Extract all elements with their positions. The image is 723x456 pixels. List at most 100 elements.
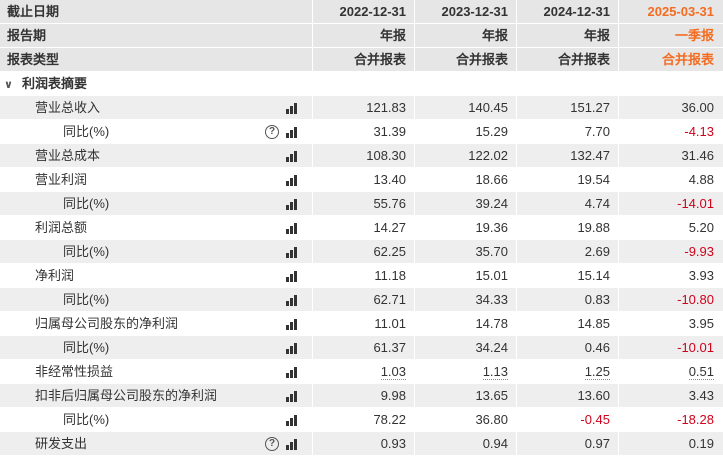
cell-value: 1.25 bbox=[584, 364, 610, 380]
bar-chart-icon[interactable] bbox=[285, 390, 299, 402]
row-label: 同比(%) bbox=[63, 124, 110, 139]
value-cell: 3.95 bbox=[618, 312, 723, 335]
bar-chart-icon[interactable] bbox=[285, 294, 299, 306]
value-cell: 0.46 bbox=[516, 336, 618, 359]
row-label: 同比(%) bbox=[63, 292, 110, 307]
chevron-down-icon[interactable]: ∨ bbox=[4, 73, 14, 97]
cell-value: 132.47 bbox=[570, 148, 610, 163]
bar-chart-icon[interactable] bbox=[285, 246, 299, 258]
cell-value: 62.25 bbox=[373, 244, 406, 259]
bar-chart-icon[interactable] bbox=[285, 414, 299, 426]
bar-chart-icon[interactable] bbox=[285, 318, 299, 330]
cell-value: 34.24 bbox=[475, 340, 508, 355]
section-title: 利润表摘要 bbox=[22, 76, 88, 91]
value-cell: 62.71 bbox=[312, 288, 414, 311]
cell-value: 62.71 bbox=[373, 292, 406, 307]
question-circle-icon[interactable]: ? bbox=[265, 437, 279, 451]
bar-chart-icon[interactable] bbox=[285, 126, 299, 138]
bar-chart-icon[interactable] bbox=[285, 174, 299, 186]
value-cell: 62.25 bbox=[312, 240, 414, 263]
empty-cell bbox=[618, 72, 723, 95]
col-type: 合并报表 bbox=[312, 48, 414, 71]
value-cell: -9.93 bbox=[618, 240, 723, 263]
table-row: 营业总收入 121.83 140.45 151.27 36.00 bbox=[0, 96, 723, 120]
col-type: 合并报表 bbox=[414, 48, 516, 71]
cell-value: -18.28 bbox=[677, 412, 714, 427]
cell-value: 18.66 bbox=[475, 172, 508, 187]
value-cell: 19.54 bbox=[516, 168, 618, 191]
value-cell: 34.24 bbox=[414, 336, 516, 359]
value-cell: -4.13 bbox=[618, 120, 723, 143]
cell-value: 31.46 bbox=[681, 148, 714, 163]
cell-value: -9.93 bbox=[684, 244, 714, 259]
row-icons bbox=[285, 264, 299, 288]
row-label: 非经常性损益 bbox=[35, 364, 114, 379]
row-label: 研发支出 bbox=[35, 436, 88, 451]
cell-value: 36.80 bbox=[475, 412, 508, 427]
bar-chart-icon[interactable] bbox=[285, 222, 299, 234]
cell-value: 34.33 bbox=[475, 292, 508, 307]
question-circle-icon[interactable]: ? bbox=[265, 125, 279, 139]
value-cell: 7.70 bbox=[516, 120, 618, 143]
value-cell: 13.65 bbox=[414, 384, 516, 407]
row-icons bbox=[285, 288, 299, 312]
value-cell: 34.33 bbox=[414, 288, 516, 311]
col-period: 年报 bbox=[312, 24, 414, 47]
value-cell: 55.76 bbox=[312, 192, 414, 215]
col-date[interactable]: 2024-12-31 bbox=[516, 0, 618, 23]
row-label-cell: 归属母公司股东的净利润 bbox=[0, 312, 312, 335]
cell-value: 3.95 bbox=[688, 316, 714, 331]
cell-value: 19.88 bbox=[577, 220, 610, 235]
row-icons bbox=[285, 96, 299, 120]
value-cell: 36.80 bbox=[414, 408, 516, 431]
value-cell: 121.83 bbox=[312, 96, 414, 119]
section-header[interactable]: ∨ 利润表摘要 bbox=[0, 72, 312, 95]
cell-value: 61.37 bbox=[373, 340, 406, 355]
date-label: 截止日期 bbox=[7, 4, 60, 19]
bar-chart-icon[interactable] bbox=[285, 198, 299, 210]
bar-chart-icon[interactable] bbox=[285, 270, 299, 282]
col-date[interactable]: 2022-12-31 bbox=[312, 0, 414, 23]
cell-value: 31.39 bbox=[373, 124, 406, 139]
value-cell: 14.78 bbox=[414, 312, 516, 335]
row-label-cell: 同比(%) bbox=[0, 336, 312, 359]
row-label-cell: 同比(%) bbox=[0, 408, 312, 431]
col-date[interactable]: 2025-03-31 bbox=[618, 0, 723, 23]
col-date[interactable]: 2023-12-31 bbox=[414, 0, 516, 23]
row-label-cell: 非经常性损益 bbox=[0, 360, 312, 383]
bar-chart-icon[interactable] bbox=[285, 342, 299, 354]
bar-chart-icon[interactable] bbox=[285, 102, 299, 114]
value-cell: 1.03 bbox=[312, 360, 414, 383]
value-cell: 1.25 bbox=[516, 360, 618, 383]
bar-chart-icon[interactable] bbox=[285, 150, 299, 162]
empty-cell bbox=[312, 72, 414, 95]
value-cell: 4.74 bbox=[516, 192, 618, 215]
value-cell: 151.27 bbox=[516, 96, 618, 119]
bar-chart-icon[interactable] bbox=[285, 366, 299, 378]
row-icons bbox=[285, 312, 299, 336]
cell-value: 3.43 bbox=[688, 388, 714, 403]
value-cell: 2.69 bbox=[516, 240, 618, 263]
section-row[interactable]: ∨ 利润表摘要 bbox=[0, 72, 723, 96]
cell-value: 0.19 bbox=[688, 436, 714, 451]
value-cell: 13.60 bbox=[516, 384, 618, 407]
value-cell: 122.02 bbox=[414, 144, 516, 167]
row-label: 同比(%) bbox=[63, 244, 110, 259]
cell-value: 0.94 bbox=[482, 436, 508, 451]
value-cell: 19.36 bbox=[414, 216, 516, 239]
cell-value: 15.29 bbox=[475, 124, 508, 139]
cell-value: 11.18 bbox=[374, 268, 406, 283]
col-period: 年报 bbox=[516, 24, 618, 47]
value-cell: 132.47 bbox=[516, 144, 618, 167]
header-row-date: 截止日期 2022-12-31 2023-12-31 2024-12-31 20… bbox=[0, 0, 723, 24]
value-cell: 3.43 bbox=[618, 384, 723, 407]
cell-value: 4.74 bbox=[584, 196, 610, 211]
row-label: 归属母公司股东的净利润 bbox=[35, 316, 179, 331]
row-icons: ? bbox=[265, 120, 299, 144]
cell-value: 78.22 bbox=[373, 412, 406, 427]
cell-value: 14.85 bbox=[577, 316, 610, 331]
cell-value: 151.27 bbox=[570, 100, 610, 115]
data-rows: 营业总收入 121.83 140.45 151.27 36.00 同比(%)? 31.39 1… bbox=[0, 96, 723, 456]
bar-chart-icon[interactable] bbox=[285, 438, 299, 450]
row-label: 营业利润 bbox=[35, 172, 88, 187]
